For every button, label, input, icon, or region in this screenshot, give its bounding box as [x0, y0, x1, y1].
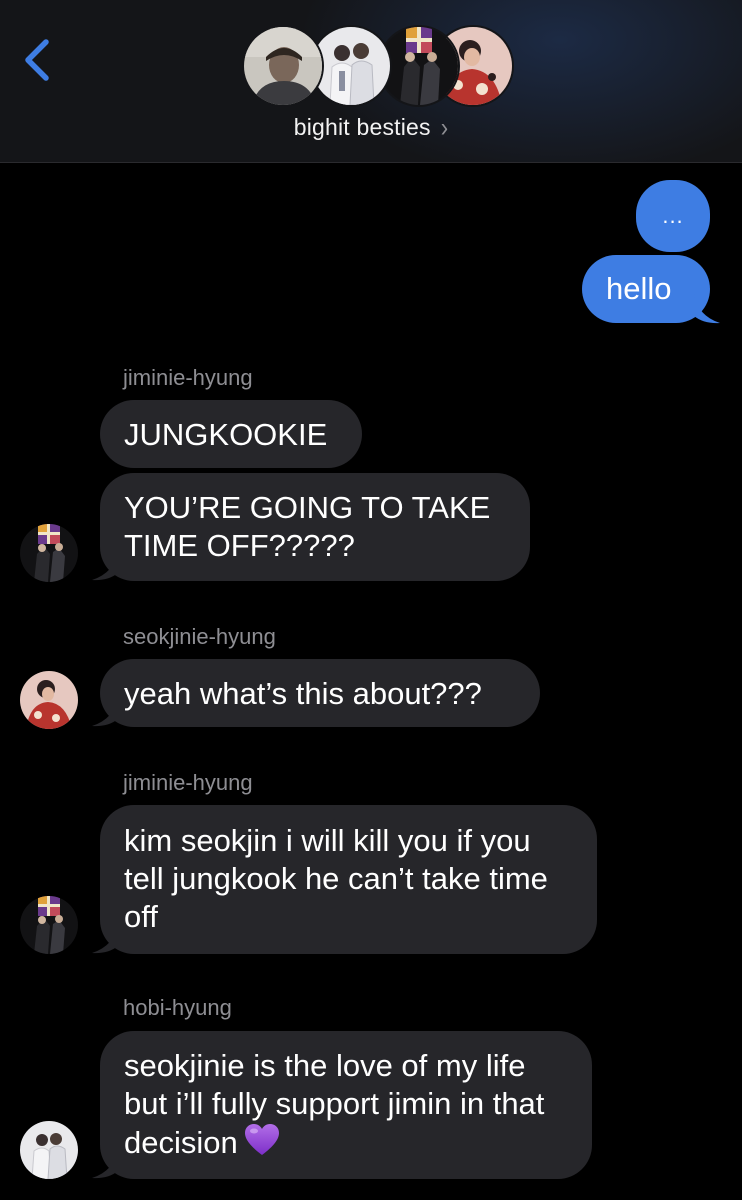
avatar: [244, 27, 322, 105]
sender-avatar[interactable]: [20, 896, 78, 954]
sender-name: seokjinie-hyung: [123, 624, 276, 649]
bubble-tail: [694, 294, 724, 324]
message-text: hello: [606, 271, 672, 306]
incoming-message[interactable]: seokjinie is the love of my life but i’l…: [100, 1031, 592, 1179]
message-text: kim seokjin i will kill you if you tell …: [124, 823, 548, 934]
sender-name: jiminie-hyung: [123, 365, 253, 390]
incoming-message[interactable]: YOU’RE GOING TO TAKE TIME OFF?????: [100, 473, 530, 581]
group-avatar-stack[interactable]: [244, 27, 512, 105]
sender-avatar[interactable]: [20, 524, 78, 582]
typing-indicator-dots: ...: [662, 203, 684, 228]
purple-heart-icon: [244, 1123, 280, 1157]
bubble-tail: [88, 551, 118, 581]
sender-avatar[interactable]: [20, 671, 78, 729]
incoming-message[interactable]: yeah what’s this about???: [100, 659, 540, 727]
message-text: seokjinie is the love of my life but i’l…: [124, 1048, 545, 1160]
outgoing-message[interactable]: hello: [582, 255, 710, 323]
message-text: yeah what’s this about???: [124, 676, 482, 711]
sender-avatar[interactable]: [20, 1121, 78, 1179]
incoming-message[interactable]: kim seokjin i will kill you if you tell …: [100, 805, 597, 954]
message-text: YOU’RE GOING TO TAKE TIME OFF?????: [124, 490, 491, 563]
chevron-right-icon: ›: [440, 112, 449, 143]
incoming-message[interactable]: JUNGKOOKIE: [100, 400, 362, 468]
bubble-tail: [88, 697, 118, 727]
sender-name: jiminie-hyung: [123, 770, 253, 795]
conversation-header: bighit besties ›: [0, 0, 742, 163]
typing-indicator-bubble: ...: [636, 180, 710, 252]
group-name-button[interactable]: bighit besties ›: [0, 112, 742, 143]
chevron-left-icon: [25, 39, 49, 81]
bubble-tail: [88, 1149, 118, 1179]
message-text: JUNGKOOKIE: [124, 417, 328, 452]
group-name-label: bighit besties: [293, 114, 431, 140]
bubble-tail: [88, 924, 118, 954]
avatar: [312, 27, 390, 105]
sender-name: hobi-hyung: [123, 995, 232, 1020]
avatar: [380, 27, 458, 105]
back-button[interactable]: [18, 36, 58, 84]
